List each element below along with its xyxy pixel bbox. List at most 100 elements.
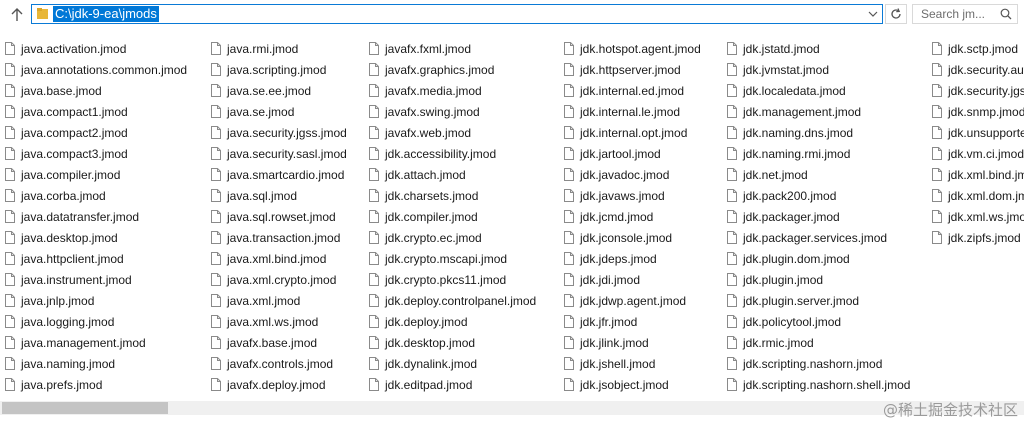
file-item[interactable]: jdk.jlink.jmod bbox=[559, 332, 701, 353]
file-item[interactable]: jdk.net.jmod bbox=[722, 164, 910, 185]
file-item[interactable]: jdk.editpad.jmod bbox=[364, 374, 536, 395]
file-item[interactable]: java.se.jmod bbox=[206, 101, 347, 122]
file-item[interactable]: java.security.sasl.jmod bbox=[206, 143, 347, 164]
file-item[interactable]: jdk.internal.le.jmod bbox=[559, 101, 701, 122]
file-item[interactable]: jdk.vm.ci.jmod bbox=[927, 143, 1024, 164]
file-item[interactable]: java.prefs.jmod bbox=[0, 374, 187, 395]
file-item[interactable]: jdk.deploy.jmod bbox=[364, 311, 536, 332]
file-item[interactable]: jdk.snmp.jmod bbox=[927, 101, 1024, 122]
file-item[interactable]: jdk.zipfs.jmod bbox=[927, 227, 1024, 248]
file-item[interactable]: jdk.xml.bind.jm bbox=[927, 164, 1024, 185]
file-item[interactable]: jdk.crypto.mscapi.jmod bbox=[364, 248, 536, 269]
file-item[interactable]: jdk.dynalink.jmod bbox=[364, 353, 536, 374]
file-item[interactable]: jdk.xml.dom.jm bbox=[927, 185, 1024, 206]
file-item[interactable]: javafx.graphics.jmod bbox=[364, 59, 536, 80]
file-item[interactable]: jdk.internal.ed.jmod bbox=[559, 80, 701, 101]
file-item[interactable]: jdk.pack200.jmod bbox=[722, 185, 910, 206]
file-item[interactable]: java.compiler.jmod bbox=[0, 164, 187, 185]
file-item[interactable]: jdk.jcmd.jmod bbox=[559, 206, 701, 227]
file-item[interactable]: java.xml.ws.jmod bbox=[206, 311, 347, 332]
file-item[interactable]: jdk.policytool.jmod bbox=[722, 311, 910, 332]
file-item[interactable]: jdk.localedata.jmod bbox=[722, 80, 910, 101]
horizontal-scrollbar[interactable] bbox=[0, 401, 1024, 415]
file-item[interactable]: jdk.jartool.jmod bbox=[559, 143, 701, 164]
file-item[interactable]: jdk.hotspot.agent.jmod bbox=[559, 38, 701, 59]
file-item[interactable]: jdk.scripting.nashorn.shell.jmod bbox=[722, 374, 910, 395]
scrollbar-thumb[interactable] bbox=[2, 402, 168, 414]
address-bar[interactable]: C:\jdk-9-ea\jmods bbox=[31, 4, 883, 24]
file-item[interactable]: java.desktop.jmod bbox=[0, 227, 187, 248]
file-item[interactable]: java.transaction.jmod bbox=[206, 227, 347, 248]
file-item[interactable]: java.security.jgss.jmod bbox=[206, 122, 347, 143]
file-item[interactable]: javafx.fxml.jmod bbox=[364, 38, 536, 59]
file-item[interactable]: jdk.httpserver.jmod bbox=[559, 59, 701, 80]
file-item[interactable]: jdk.plugin.jmod bbox=[722, 269, 910, 290]
file-item[interactable]: jdk.management.jmod bbox=[722, 101, 910, 122]
refresh-button[interactable] bbox=[885, 4, 907, 24]
file-item[interactable]: java.annotations.common.jmod bbox=[0, 59, 187, 80]
file-item[interactable]: jdk.internal.opt.jmod bbox=[559, 122, 701, 143]
file-item[interactable]: java.xml.crypto.jmod bbox=[206, 269, 347, 290]
file-item[interactable]: jdk.sctp.jmod bbox=[927, 38, 1024, 59]
file-item[interactable]: jdk.security.jgss bbox=[927, 80, 1024, 101]
file-item[interactable]: javafx.swing.jmod bbox=[364, 101, 536, 122]
search-placeholder[interactable]: Search jm... bbox=[921, 6, 985, 22]
file-item[interactable]: jdk.jvmstat.jmod bbox=[722, 59, 910, 80]
file-item[interactable]: jdk.jdi.jmod bbox=[559, 269, 701, 290]
file-item[interactable]: jdk.jdwp.agent.jmod bbox=[559, 290, 701, 311]
file-item[interactable]: java.datatransfer.jmod bbox=[0, 206, 187, 227]
file-item[interactable]: jdk.plugin.server.jmod bbox=[722, 290, 910, 311]
file-item[interactable]: java.xml.jmod bbox=[206, 290, 347, 311]
file-item[interactable]: jdk.jfr.jmod bbox=[559, 311, 701, 332]
file-item[interactable]: java.activation.jmod bbox=[0, 38, 187, 59]
file-item[interactable]: java.corba.jmod bbox=[0, 185, 187, 206]
up-button[interactable] bbox=[6, 5, 28, 25]
file-item[interactable]: java.httpclient.jmod bbox=[0, 248, 187, 269]
search-box[interactable]: Search jm... bbox=[912, 4, 1018, 24]
file-item[interactable]: jdk.charsets.jmod bbox=[364, 185, 536, 206]
file-item[interactable]: jdk.rmic.jmod bbox=[722, 332, 910, 353]
file-item[interactable]: jdk.desktop.jmod bbox=[364, 332, 536, 353]
file-item[interactable]: java.sql.jmod bbox=[206, 185, 347, 206]
file-item[interactable]: jdk.javadoc.jmod bbox=[559, 164, 701, 185]
file-item[interactable]: java.logging.jmod bbox=[0, 311, 187, 332]
file-item[interactable]: jdk.compiler.jmod bbox=[364, 206, 536, 227]
file-item[interactable]: java.smartcardio.jmod bbox=[206, 164, 347, 185]
file-item[interactable]: java.compact2.jmod bbox=[0, 122, 187, 143]
file-item[interactable]: jdk.security.aut bbox=[927, 59, 1024, 80]
file-item[interactable]: jdk.xml.ws.jmo bbox=[927, 206, 1024, 227]
file-item[interactable]: jdk.deploy.controlpanel.jmod bbox=[364, 290, 536, 311]
file-item[interactable]: java.xml.bind.jmod bbox=[206, 248, 347, 269]
file-item[interactable]: java.jnlp.jmod bbox=[0, 290, 187, 311]
file-item[interactable]: jdk.jstatd.jmod bbox=[722, 38, 910, 59]
file-item[interactable]: jdk.plugin.dom.jmod bbox=[722, 248, 910, 269]
file-item[interactable]: jdk.jshell.jmod bbox=[559, 353, 701, 374]
file-item[interactable]: jdk.crypto.pkcs11.jmod bbox=[364, 269, 536, 290]
file-item[interactable]: jdk.packager.jmod bbox=[722, 206, 910, 227]
file-item[interactable]: jdk.unsupporte bbox=[927, 122, 1024, 143]
file-item[interactable]: java.compact3.jmod bbox=[0, 143, 187, 164]
file-item[interactable]: java.naming.jmod bbox=[0, 353, 187, 374]
file-item[interactable]: java.compact1.jmod bbox=[0, 101, 187, 122]
file-item[interactable]: jdk.jdeps.jmod bbox=[559, 248, 701, 269]
file-item[interactable]: javafx.base.jmod bbox=[206, 332, 347, 353]
file-item[interactable]: javafx.deploy.jmod bbox=[206, 374, 347, 395]
file-item[interactable]: jdk.scripting.nashorn.jmod bbox=[722, 353, 910, 374]
file-item[interactable]: jdk.packager.services.jmod bbox=[722, 227, 910, 248]
address-path[interactable]: C:\jdk-9-ea\jmods bbox=[53, 6, 159, 22]
file-item[interactable]: jdk.javaws.jmod bbox=[559, 185, 701, 206]
file-item[interactable]: jdk.naming.dns.jmod bbox=[722, 122, 910, 143]
file-item[interactable]: jdk.accessibility.jmod bbox=[364, 143, 536, 164]
file-item[interactable]: java.rmi.jmod bbox=[206, 38, 347, 59]
file-item[interactable]: javafx.web.jmod bbox=[364, 122, 536, 143]
file-item[interactable]: java.base.jmod bbox=[0, 80, 187, 101]
chevron-down-icon[interactable] bbox=[868, 9, 878, 19]
file-item[interactable]: javafx.controls.jmod bbox=[206, 353, 347, 374]
file-item[interactable]: java.instrument.jmod bbox=[0, 269, 187, 290]
file-item[interactable]: jdk.attach.jmod bbox=[364, 164, 536, 185]
file-item[interactable]: jdk.jsobject.jmod bbox=[559, 374, 701, 395]
file-item[interactable]: java.se.ee.jmod bbox=[206, 80, 347, 101]
file-item[interactable]: jdk.jconsole.jmod bbox=[559, 227, 701, 248]
file-item[interactable]: jdk.naming.rmi.jmod bbox=[722, 143, 910, 164]
file-item[interactable]: jdk.crypto.ec.jmod bbox=[364, 227, 536, 248]
